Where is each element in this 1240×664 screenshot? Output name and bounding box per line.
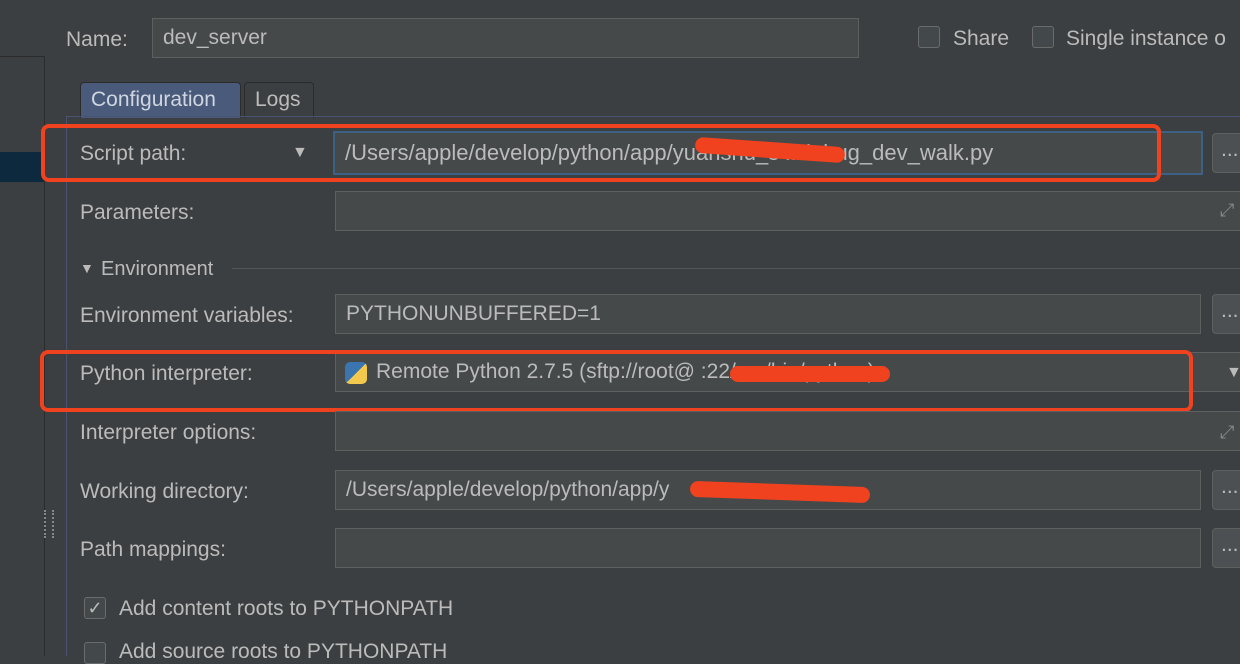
path-mappings-label: Path mappings: (80, 538, 226, 561)
working-dir-label: Working directory: (80, 480, 249, 503)
expand-icon[interactable]: ⤢ (1220, 422, 1234, 443)
name-label: Name: (66, 28, 128, 51)
environment-section-title: Environment (101, 258, 214, 280)
splitter-handle[interactable] (44, 510, 54, 538)
expand-icon[interactable]: ⤢ (1220, 200, 1234, 221)
interpreter-dropdown-icon[interactable]: ▼ (1226, 364, 1240, 382)
environment-collapse-icon[interactable]: ▼ (80, 260, 94, 276)
add-content-roots-checkbox[interactable]: ✓ (84, 597, 106, 619)
annotation-box (40, 350, 1193, 412)
add-source-roots-checkbox[interactable] (84, 642, 106, 664)
name-input[interactable]: dev_server (152, 18, 859, 58)
interpreter-options-label: Interpreter options: (80, 421, 257, 444)
share-label: Share (953, 27, 1010, 50)
script-path-browse-button[interactable]: ... (1212, 133, 1240, 173)
tab-logs[interactable]: Logs (244, 82, 314, 118)
config-tree-pane (0, 56, 45, 656)
annotation-box (41, 124, 1161, 182)
path-mappings-edit-button[interactable]: ... (1212, 528, 1240, 568)
parameters-input[interactable] (335, 191, 1240, 231)
env-vars-label: Environment variables: (80, 304, 294, 327)
redaction-scribble (730, 366, 890, 382)
single-instance-label: Single instance o (1066, 27, 1226, 50)
env-vars-edit-button[interactable]: ... (1212, 294, 1240, 334)
working-dir-browse-button[interactable]: ... (1212, 470, 1240, 510)
env-vars-input[interactable]: PYTHONUNBUFFERED=1 (335, 294, 1201, 334)
path-mappings-input[interactable] (335, 528, 1201, 568)
tab-configuration[interactable]: Configuration (80, 82, 241, 118)
add-source-roots-label: Add source roots to PYTHONPATH (119, 640, 448, 663)
section-divider (232, 268, 1240, 269)
config-tree-selected-item[interactable] (0, 152, 44, 182)
share-checkbox[interactable] (918, 26, 940, 48)
interpreter-options-input[interactable] (335, 411, 1240, 451)
parameters-label: Parameters: (80, 201, 195, 224)
single-instance-checkbox[interactable] (1032, 26, 1054, 48)
add-content-roots-label: Add content roots to PYTHONPATH (119, 597, 454, 620)
